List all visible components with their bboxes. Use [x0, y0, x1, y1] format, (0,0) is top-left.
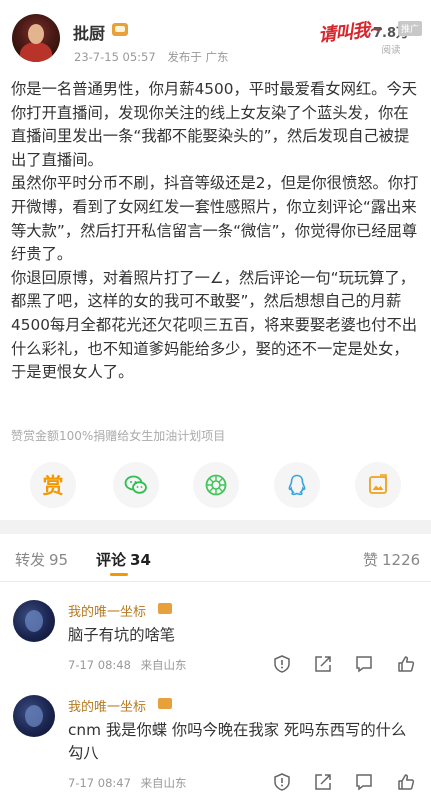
author-name[interactable]: 批厨	[73, 20, 105, 44]
wechat-share-button[interactable]	[113, 462, 159, 508]
qq-icon	[288, 474, 306, 496]
comment-icon	[356, 774, 372, 791]
commenter-name[interactable]: 我的唯一坐标	[68, 696, 146, 715]
commenter-name[interactable]: 我的唯一坐标	[68, 601, 146, 620]
crown-badge-icon	[158, 698, 172, 709]
crown-badge-icon	[158, 603, 172, 614]
comment-time: 7-17 08:48	[68, 658, 131, 672]
tab-reposts-label: 转发	[15, 551, 46, 569]
comment-time: 7-17 08:47	[68, 776, 131, 790]
promo-banner[interactable]: 请叫我~ 7.8万 阅读 推广	[317, 8, 422, 60]
reply-button[interactable]	[354, 772, 374, 792]
comment-text: cnm 我是你蝶 你吗今晚在我家 死吗东西写的什么勾八	[68, 721, 407, 762]
post-paragraph: 虽然你平时分币不刷，抖音等级还是2，但是你很愤怒。你打开微博，看到了女网红发一套…	[11, 174, 419, 264]
post-content: 你是一名普通男性，你月薪4500，平时最爱看女网红。今天你打开直播间，发现你关注…	[11, 78, 423, 385]
comment-meta: 7-17 08:47 来自山东	[68, 775, 193, 791]
tab-likes-count: 1226	[382, 551, 421, 569]
post-paragraph: 你是一名普通男性，你月薪4500，平时最爱看女网红。今天你打开直播间，发现你关注…	[11, 80, 418, 169]
post-header: 批厨 23-7-15 05:57 发布于 广东 请叫我~ 7.8万 阅读 推广	[0, 0, 431, 78]
save-image-button[interactable]	[355, 462, 401, 508]
reward-icon: 赏	[42, 474, 64, 498]
donation-note: 赞赏金额100%捐赠给女生加油计划项目	[11, 429, 226, 443]
share-icon	[315, 774, 331, 790]
like-button[interactable]	[396, 772, 416, 792]
moments-icon	[205, 474, 227, 496]
interaction-tabs: 转发 95 评论 34 赞 1226	[0, 534, 431, 582]
reward-button[interactable]: 赏	[30, 462, 76, 508]
comment-item: 我的唯一坐标 脑子有坑的啥笔 7-17 08:48 来自山东	[0, 600, 431, 680]
report-icon	[274, 773, 290, 791]
report-button[interactable]	[272, 654, 292, 674]
comment-meta: 7-17 08:48 来自山东	[68, 657, 193, 673]
comment-text: 脑子有坑的啥笔	[68, 626, 176, 644]
author-avatar[interactable]	[12, 14, 60, 62]
report-icon	[274, 655, 290, 673]
promo-tag: 推广	[397, 21, 422, 36]
tab-comments-label: 评论	[96, 551, 127, 569]
tab-comments[interactable]: 评论 34	[96, 549, 151, 570]
active-tab-indicator	[110, 573, 128, 576]
share-icon	[315, 656, 331, 672]
like-button[interactable]	[396, 654, 416, 674]
post-date: 23-7-15 05:57	[74, 50, 156, 64]
moments-share-button[interactable]	[193, 462, 239, 508]
share-row: 赏	[0, 456, 431, 516]
comment-item: 我的唯一坐标 cnm 我是你蝶 你吗今晚在我家 死吗东西写的什么勾八 7-17 …	[0, 695, 431, 800]
commenter-avatar[interactable]	[13, 695, 55, 737]
tab-likes[interactable]: 赞 1226	[363, 549, 420, 570]
report-button[interactable]	[272, 772, 292, 792]
post-meta: 23-7-15 05:57 发布于 广东	[74, 49, 237, 65]
views-label: 阅读	[381, 45, 401, 56]
reply-button[interactable]	[354, 654, 374, 674]
wechat-icon	[124, 475, 147, 494]
comment-location: 来自山东	[140, 658, 187, 672]
crown-badge-icon	[112, 23, 128, 36]
qq-share-button[interactable]	[274, 462, 320, 508]
thumbs-up-icon	[398, 774, 415, 790]
repost-comment-button[interactable]	[313, 772, 333, 792]
tab-comments-count: 34	[130, 551, 151, 569]
section-divider	[0, 520, 431, 534]
tab-likes-label: 赞	[363, 551, 379, 569]
tab-reposts[interactable]: 转发 95	[15, 549, 68, 570]
comment-location: 来自山东	[140, 776, 187, 790]
post-source: 发布于 广东	[167, 50, 229, 64]
commenter-avatar[interactable]	[13, 600, 55, 642]
save-image-icon	[369, 474, 387, 494]
post-paragraph: 你退回原博，对着照片打了一∠，然后评论一句“玩玩算了，都黑了吧，这样的女的我可不…	[11, 268, 418, 382]
tab-reposts-count: 95	[49, 551, 69, 569]
repost-comment-button[interactable]	[313, 654, 333, 674]
comment-icon	[356, 656, 372, 673]
thumbs-up-icon	[398, 656, 415, 672]
